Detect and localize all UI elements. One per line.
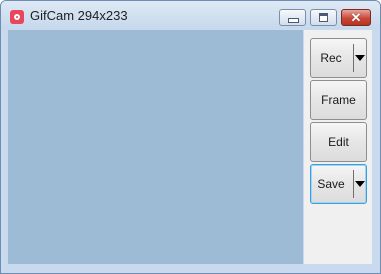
control-panel: Rec Frame Edit Save (304, 30, 372, 264)
window-title: GifCam 294x233 (30, 8, 128, 23)
minimize-button[interactable] (279, 9, 306, 26)
capture-area[interactable] (8, 30, 303, 264)
rec-button-label: Rec (320, 51, 342, 65)
split-divider (353, 44, 354, 72)
save-dropdown-arrow-icon[interactable] (355, 181, 365, 187)
edit-button-label: Edit (328, 135, 349, 149)
frame-button[interactable]: Frame (310, 80, 367, 120)
split-divider (353, 170, 354, 198)
close-icon: ✕ (350, 10, 362, 25)
save-button[interactable]: Save (310, 164, 367, 204)
maximize-button[interactable] (310, 9, 337, 26)
title-bar[interactable]: GifCam 294x233 ✕ (1, 1, 380, 29)
frame-button-label: Frame (321, 93, 356, 107)
close-button[interactable]: ✕ (341, 9, 371, 26)
edit-button[interactable]: Edit (310, 122, 367, 162)
maximize-icon (319, 13, 328, 22)
window-bottom-border (1, 264, 380, 273)
rec-dropdown-arrow-icon[interactable] (355, 55, 365, 61)
camera-icon[interactable] (10, 10, 24, 24)
save-button-label: Save (317, 177, 345, 191)
rec-button[interactable]: Rec (310, 38, 367, 78)
gifcam-window: GifCam 294x233 ✕ Rec Frame Edit Save (0, 0, 381, 274)
minimize-icon (288, 18, 299, 23)
